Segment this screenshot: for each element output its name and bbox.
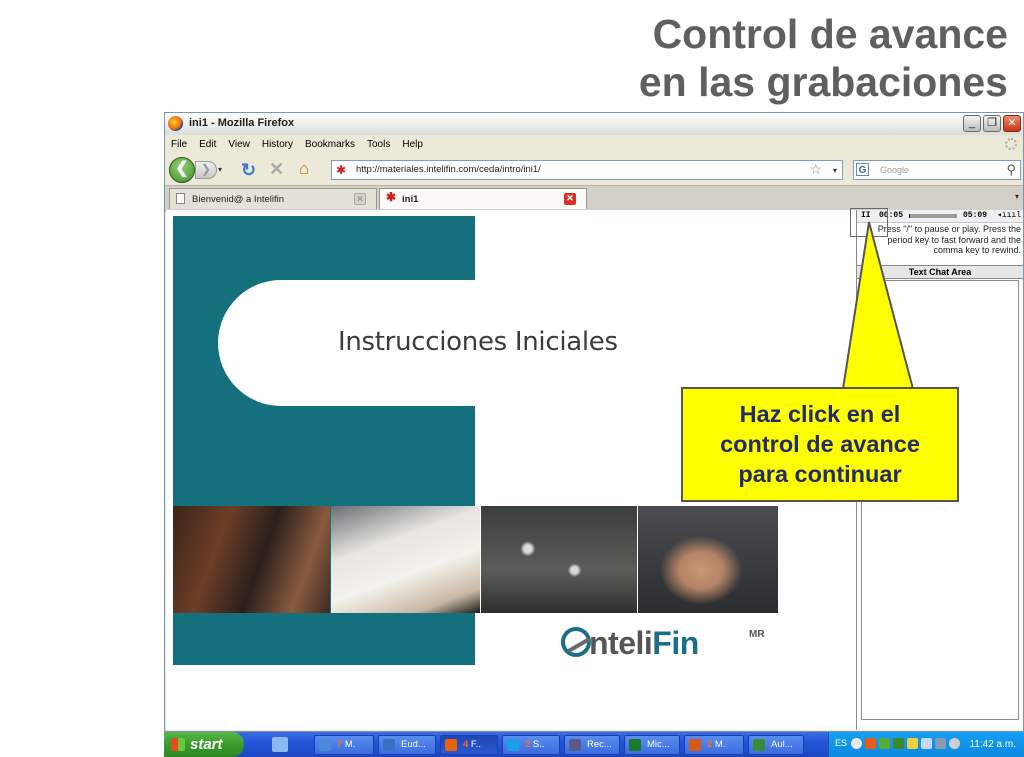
tray-app-icon[interactable] [879,738,890,749]
page-icon [176,193,185,204]
bookmark-star-icon[interactable]: ☆ [809,161,822,178]
tray-update-icon[interactable] [949,738,960,749]
tab-close-icon[interactable]: ✕ [564,193,576,205]
tab-label: Bienvenid@ a Intelifin [192,194,285,205]
tab-ini1[interactable]: ✱ ini1 ✕ [379,188,587,209]
tab-close-icon[interactable]: ✕ [354,193,366,205]
taskbar-item[interactable]: Mic... [624,735,680,755]
callout-line-3: para continuar [738,461,902,487]
menu-tools[interactable]: Tools [361,135,396,150]
photo-office-overhead [481,506,637,613]
search-icon[interactable]: ⚲ [1006,162,1016,178]
task-icon [445,739,457,751]
windows-logo-icon [171,738,185,751]
playback-highlight-box [850,208,888,237]
photo-signing-document [331,506,480,613]
taskbar-clock: 11:42 a.m. [969,739,1016,750]
volume-icon[interactable]: ◂ıııl [997,210,1021,220]
chat-header: Text Chat Area [857,265,1023,279]
task-icon [689,739,701,751]
forward-button[interactable]: ❯ [195,161,217,179]
callout-box: Haz click en el control de avance para c… [681,387,959,502]
task-icon [507,739,519,751]
firefox-icon [168,116,183,131]
tab-bar: Bienvenid@ a Intelifin ✕ ✱ ini1 ✕ ▾ [165,185,1023,211]
taskbar-item[interactable]: 7 M. [314,735,374,755]
photo-thumbs-up [638,506,778,613]
total-time: 05:09 [963,211,988,220]
callout-line-2: control de avance [720,431,920,457]
close-button[interactable]: ✕ [1003,115,1021,132]
stop-button[interactable]: ✕ [269,159,284,180]
site-favicon-icon: ✱ [336,163,347,177]
history-dropdown-icon[interactable]: ▾ [218,165,222,174]
tray-app-icon[interactable] [865,738,876,749]
maximize-button[interactable]: ❐ [983,115,1001,132]
language-indicator[interactable]: ES [835,738,847,748]
window-title: ini1 - Mozilla Firefox [189,117,295,129]
reload-button[interactable]: ↻ [241,160,256,181]
task-icon [629,739,641,751]
url-bar[interactable]: ✱ http://materiales.intelifin.com/ceda/i… [331,160,843,180]
menu-help[interactable]: Help [396,135,429,150]
site-favicon-icon: ✱ [386,190,397,204]
progress-track[interactable] [909,214,957,218]
taskbar-item[interactable]: Aul... [748,735,804,755]
tab-bienvenido[interactable]: Bienvenid@ a Intelifin ✕ [169,188,377,209]
progress-fill [909,214,910,218]
tray-network-icon[interactable] [907,738,918,749]
minimize-button[interactable]: _ [963,115,981,132]
intelifin-logo-mark-icon [561,627,591,657]
tray-arrow-icon[interactable] [851,738,862,749]
logo-trademark: MR [749,629,765,640]
windows-taskbar: start 7 M. Eud... 4 F.. 2 S.. Rec... Mic… [164,732,1024,757]
url-dropdown-icon[interactable]: ▾ [833,166,837,175]
search-placeholder[interactable]: Google [880,165,909,175]
taskbar-item[interactable]: Eud... [378,735,436,755]
taskbar-item-firefox[interactable]: 4 F.. [440,735,498,755]
search-bar[interactable]: G Google ⚲ [853,160,1021,180]
slide-title: Control de avance en las grabaciones [639,10,1008,106]
slide-title-line-1: Control de avance [652,11,1008,57]
start-label: start [190,736,223,753]
task-icon [319,739,331,751]
taskbar-item[interactable]: 2 S.. [502,735,560,755]
google-engine-icon[interactable]: G [856,163,869,176]
menu-history[interactable]: History [256,135,299,150]
taskbar-item[interactable]: 2 M. [684,735,744,755]
system-tray: ES 11:42 a.m. [828,732,1024,757]
home-button[interactable]: ⌂ [299,159,309,179]
menu-file[interactable]: File [165,135,193,150]
tray-speaker-icon[interactable] [935,738,946,749]
slide-title-line-2: en las grabaciones [638,59,1008,105]
page-heading: Instrucciones Iniciales [338,327,618,357]
menu-bar: File Edit View History Bookmarks Tools Help [165,135,1023,155]
quick-launch-desktop-icon[interactable] [272,737,288,752]
activity-throbber-icon [1005,138,1017,150]
photo-business-meeting [173,506,330,613]
url-text[interactable]: http://materiales.intelifin.com/ceda/int… [356,164,541,175]
tray-signal-icon[interactable] [893,738,904,749]
menu-view[interactable]: View [222,135,256,150]
menu-bookmarks[interactable]: Bookmarks [299,135,361,150]
callout-line-1: Haz click en el [739,401,901,427]
navigation-toolbar: ❮ ❯ ▾ ↻ ✕ ⌂ ✱ http://materiales.intelifi… [165,155,1023,185]
task-icon [569,739,581,751]
task-icon [383,739,395,751]
menu-edit[interactable]: Edit [193,135,222,150]
start-button[interactable]: start [164,732,244,757]
back-button[interactable]: ❮ [169,157,195,183]
window-titlebar[interactable]: ini1 - Mozilla Firefox _ ❐ ✕ [165,113,1023,136]
tab-list-dropdown-icon[interactable]: ▾ [1015,192,1019,201]
tray-monitor-icon[interactable] [921,738,932,749]
task-icon [753,739,765,751]
taskbar-item[interactable]: Rec... [564,735,620,755]
tab-label: ini1 [402,194,419,205]
logo-text: nteliFin [589,625,699,661]
